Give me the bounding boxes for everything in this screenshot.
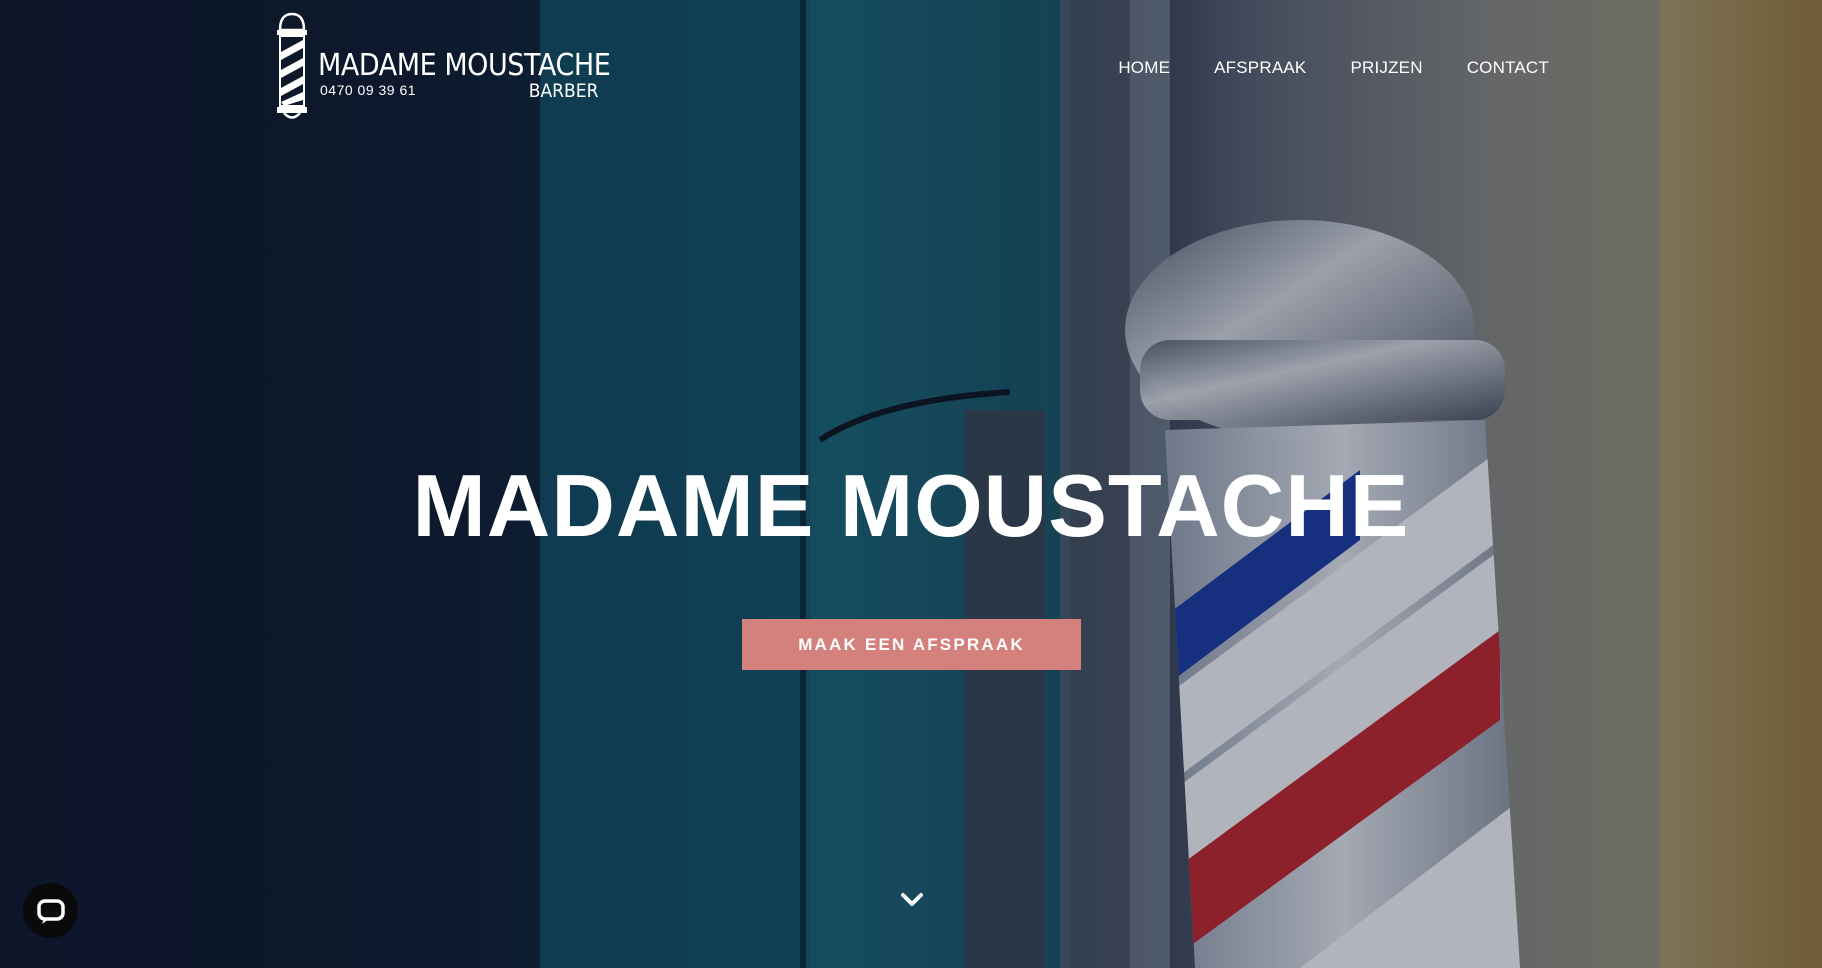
main-nav: HOME AFSPRAAK PRIJZEN CONTACT bbox=[1118, 58, 1549, 78]
nav-home[interactable]: HOME bbox=[1118, 58, 1170, 78]
hero-title: MADAME MOUSTACHE bbox=[412, 456, 1410, 555]
logo-subtitle: BARBER bbox=[528, 80, 598, 102]
chat-icon bbox=[36, 898, 65, 924]
nav-prijzen[interactable]: PRIJZEN bbox=[1350, 58, 1422, 78]
make-appointment-button[interactable]: MAAK EEN AFSPRAAK bbox=[742, 619, 1081, 670]
hero-section: MADAME MOUSTACHE 0470 09 39 61 BARBER HO… bbox=[0, 0, 1822, 968]
barber-pole-icon bbox=[277, 12, 307, 119]
nav-afspraak[interactable]: AFSPRAAK bbox=[1214, 58, 1306, 78]
nav-contact[interactable]: CONTACT bbox=[1467, 58, 1549, 78]
chat-button[interactable] bbox=[23, 883, 78, 938]
chevron-down-icon[interactable] bbox=[898, 888, 926, 910]
logo-phone: 0470 09 39 61 bbox=[320, 82, 417, 98]
logo-name: MADAME MOUSTACHE bbox=[318, 48, 611, 83]
logo-text: MADAME MOUSTACHE 0470 09 39 61 BARBER bbox=[318, 48, 611, 102]
site-logo[interactable]: MADAME MOUSTACHE 0470 09 39 61 BARBER bbox=[272, 12, 611, 124]
